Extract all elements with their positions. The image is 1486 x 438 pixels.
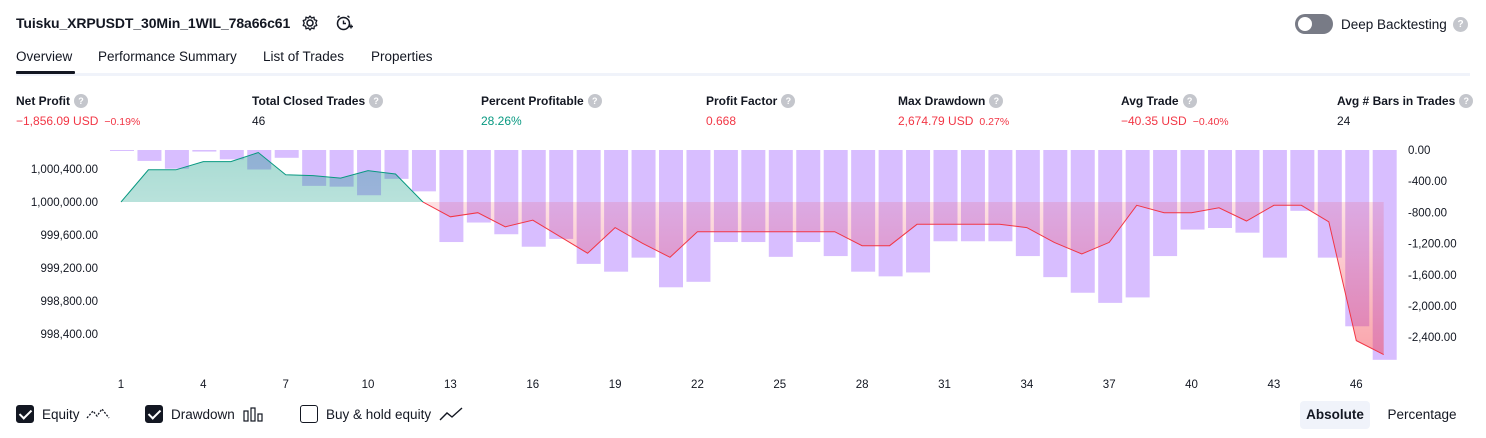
tab-overview[interactable]: Overview [16, 49, 72, 64]
buy-hold-checkbox[interactable] [300, 405, 318, 423]
help-icon[interactable]: ? [74, 94, 88, 108]
drawdown-bar [274, 150, 299, 158]
left-axis-tick: 1,000,000.00 [31, 197, 98, 209]
stat-avg-trade-label: Avg Trade? [1121, 94, 1197, 108]
left-axis-tick: 999,200.00 [40, 263, 98, 275]
absolute-button[interactable]: Absolute [1300, 401, 1370, 429]
active-tab-indicator [16, 71, 75, 74]
left-axis-tick: 998,800.00 [40, 296, 98, 308]
x-axis-tick: 28 [856, 379, 869, 391]
deep-backtesting-label: Deep Backtesting [1341, 17, 1447, 32]
drawdown-bar [137, 150, 162, 161]
drawdown-bar [1290, 150, 1315, 211]
tab-list-of-trades[interactable]: List of Trades [263, 49, 344, 64]
stat-profit-factor-label: Profit Factor? [706, 94, 796, 108]
strategy-title: Tuisku_XRPUSDT_30Min_1WIL_78a66c61 [16, 15, 291, 31]
x-axis-tick: 43 [1268, 379, 1281, 391]
help-icon[interactable]: ? [1459, 94, 1474, 108]
left-axis-tick: 1,000,400.00 [31, 164, 98, 176]
tab-divider [16, 73, 1470, 76]
help-icon[interactable]: ? [781, 94, 796, 108]
x-axis-tick: 10 [362, 379, 375, 391]
right-axis-tick: -2,000.00 [1408, 301, 1457, 313]
x-axis-tick: 31 [938, 379, 951, 391]
tab-performance-summary[interactable]: Performance Summary [98, 49, 237, 64]
legend-drawdown[interactable]: Drawdown [145, 404, 265, 424]
drawdown-bar [960, 150, 985, 242]
stat-max-drawdown-label: Max Drawdown? [898, 94, 1004, 108]
toggle-knob [1298, 17, 1312, 31]
stat-profit-factor-value: 0.668 [706, 114, 737, 128]
drawdown-bar [411, 150, 436, 192]
x-axis-tick: 4 [200, 379, 207, 391]
help-icon[interactable]: ? [369, 94, 384, 108]
equity-checkbox[interactable] [16, 405, 34, 423]
equity-line-icon [86, 407, 110, 419]
drawdown-bar [988, 150, 1013, 242]
drawdown-bar [439, 150, 464, 243]
stat-max-drawdown-value: 2,674.79 USD 0.27% [898, 114, 1010, 128]
percentage-button[interactable]: Percentage [1378, 401, 1466, 429]
x-axis-tick: 7 [282, 379, 288, 391]
help-icon[interactable]: ? [587, 94, 602, 108]
legend-equity-label: Equity [42, 406, 80, 422]
help-icon[interactable]: ? [989, 94, 1004, 108]
left-axis-tick: 999,600.00 [40, 230, 98, 242]
x-axis-tick: 34 [1020, 379, 1033, 391]
drawdown-checkbox[interactable] [145, 405, 163, 423]
right-axis-tick: -1,200.00 [1408, 239, 1457, 251]
drawdown-bar [933, 150, 958, 242]
drawdown-bars-icon [243, 407, 263, 422]
right-axis-tick: -400.00 [1408, 176, 1447, 188]
x-axis-tick: 13 [444, 379, 457, 391]
tab-properties[interactable]: Properties [371, 49, 433, 64]
x-axis-tick: 37 [1103, 379, 1116, 391]
legend-equity[interactable]: Equity [16, 404, 110, 424]
drawdown-bar [219, 150, 244, 160]
right-axis-tick: -2,400.00 [1408, 332, 1457, 344]
right-axis-tick: 0.00 [1408, 145, 1430, 157]
x-axis-tick: 40 [1185, 379, 1198, 391]
stat-percent-profitable-value: 28.26% [481, 114, 522, 128]
stat-avg-bars-label: Avg # Bars in Trades? [1337, 94, 1474, 108]
drawdown-bar [521, 150, 546, 247]
stat-percent-profitable-label: Percent Profitable? [481, 94, 602, 108]
drawdown-bar [1208, 150, 1232, 228]
x-axis-tick: 16 [526, 379, 539, 391]
x-axis-tick: 19 [609, 379, 622, 391]
drawdown-bar [164, 150, 189, 169]
stat-avg-bars-value: 24 [1337, 114, 1351, 128]
deep-backtesting-toggle[interactable] [1295, 14, 1333, 34]
x-axis-tick: 22 [691, 379, 704, 391]
drawdown-bar [110, 150, 134, 151]
help-icon[interactable]: ? [1182, 94, 1197, 108]
stat-total-closed-trades-value: 46 [252, 114, 266, 128]
stat-avg-trade-value: −40.35 USD −0.40% [1121, 114, 1229, 128]
legend-buy-hold[interactable]: Buy & hold equity [300, 404, 463, 424]
stat-total-closed-trades-label: Total Closed Trades? [252, 94, 384, 108]
deep-backtesting-help-icon[interactable]: ? [1453, 17, 1468, 32]
stat-net-profit-label: Net Profit? [16, 94, 88, 108]
right-axis-tick: -800.00 [1408, 207, 1447, 219]
stat-net-profit-value: −1,856.09 USD −0.19% [16, 114, 141, 128]
equity-drawdown-chart: 1,000,400.00 1,000,000.00 999,600.00 999,20… [31, 145, 1457, 391]
drawdown-bar [192, 150, 217, 152]
x-axis-tick: 46 [1350, 379, 1363, 391]
legend-buy-hold-label: Buy & hold equity [326, 406, 432, 422]
right-axis-tick: -1,600.00 [1408, 270, 1457, 282]
legend-drawdown-label: Drawdown [171, 406, 235, 422]
buy-hold-line-icon [439, 407, 463, 421]
left-axis-tick: 998,400.00 [40, 329, 98, 341]
add-alert-icon[interactable] [335, 14, 353, 32]
x-axis-tick: 25 [773, 379, 786, 391]
drawdown-bar [1180, 150, 1205, 230]
drawdown-bar [1125, 150, 1150, 298]
x-axis-tick: 1 [118, 379, 124, 391]
settings-icon[interactable] [301, 14, 319, 32]
